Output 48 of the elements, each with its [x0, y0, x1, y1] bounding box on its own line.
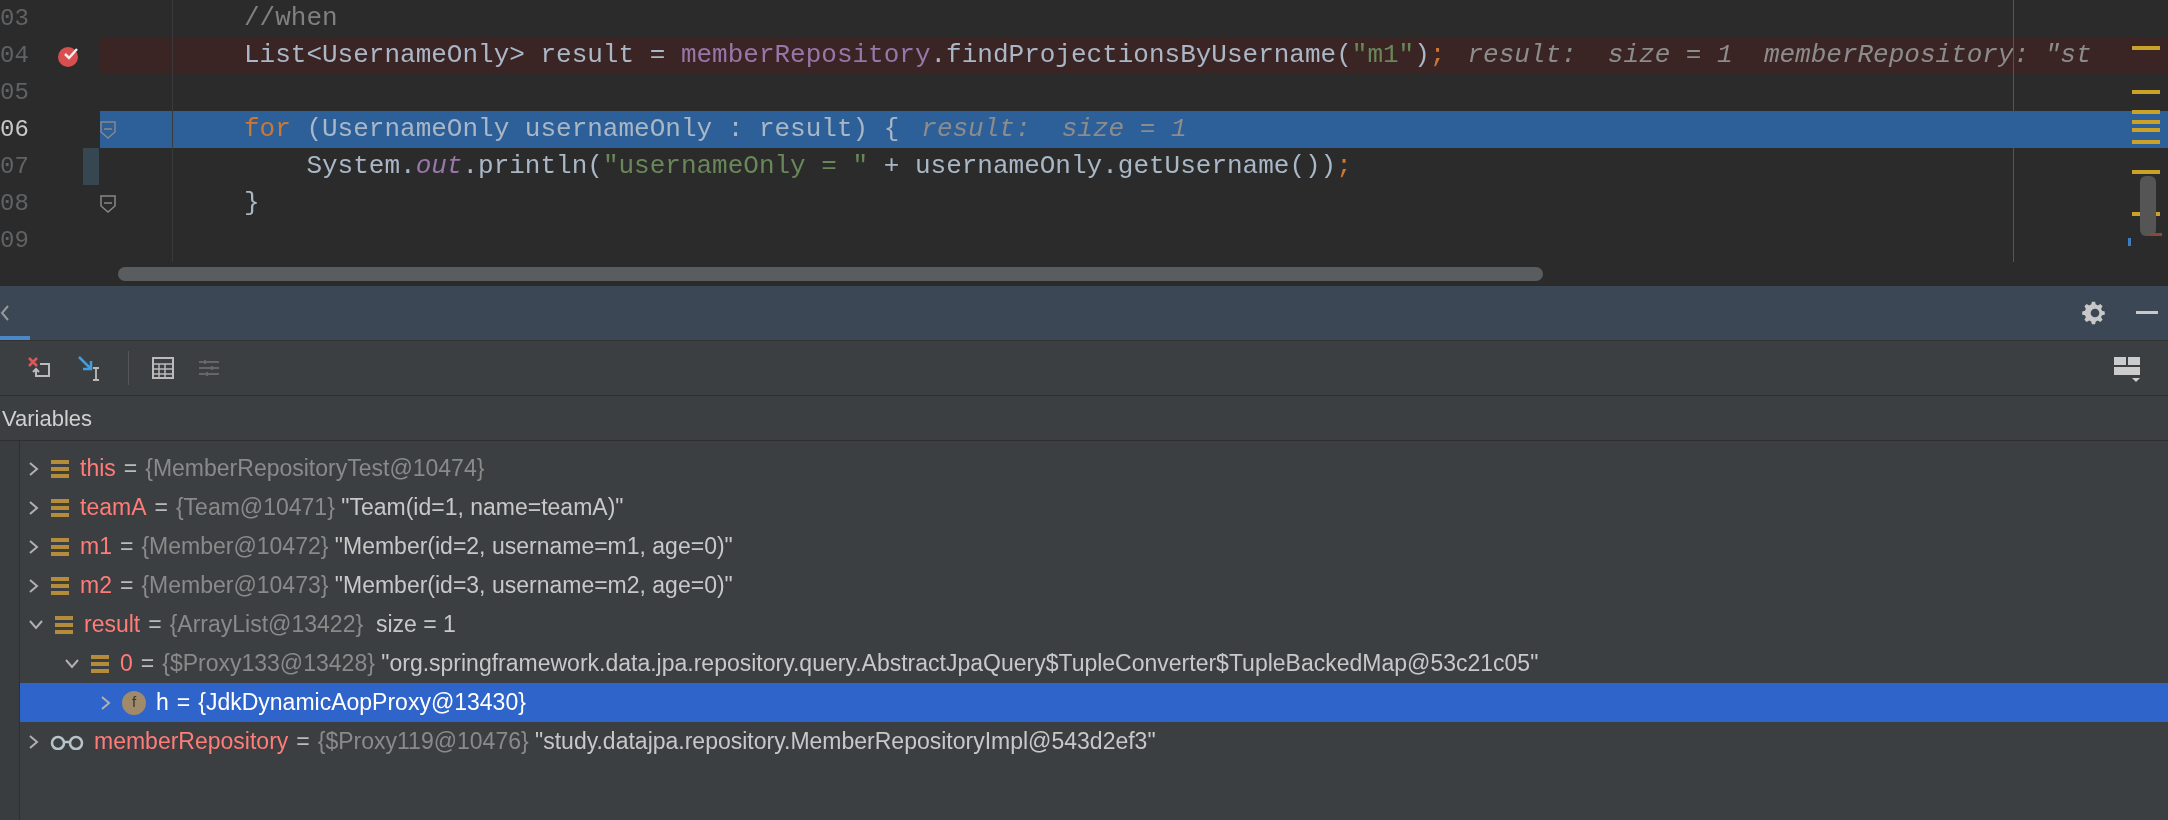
line-number: 03 — [0, 3, 30, 34]
variable-text: h = {JdkDynamicAopProxy@13430} — [156, 688, 526, 718]
variable-row[interactable]: teamA = {Team@10471} "Team(id=1, name=teamA)" — [20, 488, 2168, 527]
variable-text: memberRepository = {$Proxy119@10476} "study.datajpa.repository.MemberRepositoryImpl@543d2ef3" — [94, 727, 1156, 757]
change-marker — [83, 148, 99, 185]
fold-marker-icon[interactable] — [100, 194, 116, 213]
fold-marker-icon[interactable] — [100, 120, 116, 139]
horizontal-scrollbar[interactable] — [118, 266, 1543, 281]
inline-value-hint: result: size = 1 — [921, 113, 1187, 146]
line-number: 09 — [0, 225, 30, 256]
variable-row[interactable]: result = {ArrayList@13422} size = 1 — [20, 605, 2168, 644]
field-list-icon — [50, 458, 70, 479]
field-icon: f — [122, 690, 146, 715]
variable-row[interactable]: m1 = {Member@10472} "Member(id=2, username=m1, age=0)" — [20, 527, 2168, 566]
variable-text: 0 = {$Proxy133@13428} "org.springframework.data.jpa.repository.query.AbstractJpaQuery$TupleConverter$TupleBackedMap@53c21c05" — [120, 649, 1539, 679]
variable-text: this = {MemberRepositoryTest@10474} — [80, 454, 485, 484]
chevron-icon[interactable] — [0, 304, 10, 322]
field-list-icon — [54, 614, 74, 635]
line-number: 06 — [0, 114, 30, 145]
glasses-icon — [50, 733, 84, 750]
field-list-icon — [90, 653, 110, 674]
calculator-icon[interactable] — [151, 356, 175, 380]
code-text: System.out.println("usernameOnly = " + usernameOnly.getUsername()); — [305, 150, 1352, 183]
variable-row[interactable]: f h = {JdkDynamicAopProxy@13430} — [20, 683, 2168, 722]
variable-row[interactable]: m2 = {Member@10473} "Member(id=3, username=m2, age=0)" — [20, 566, 2168, 605]
variable-row[interactable]: 0 = {$Proxy133@13428} "org.springframework.data.jpa.repository.query.AbstractJpaQuery$TupleConverter$TupleBackedMap@53c21c05" — [20, 644, 2168, 683]
field-list-icon — [50, 536, 70, 557]
inline-value-hint: result: size = 1 memberRepository: "st — [1467, 39, 2092, 72]
line-number: 05 — [0, 77, 30, 108]
variable-text: teamA = {Team@10471} "Team(id=1, name=teamA)" — [80, 493, 624, 523]
code-text: } — [244, 187, 260, 220]
variable-row[interactable]: this = {MemberRepositoryTest@10474} — [20, 449, 2168, 488]
section-title: Variables — [2, 404, 93, 433]
list-icon — [197, 358, 221, 378]
code-text: for (UsernameOnly usernameOnly : result) { — [244, 113, 900, 146]
variable-text: m2 = {Member@10473} "Member(id=3, username=m2, age=0)" — [80, 571, 733, 601]
settings-icon[interactable] — [2082, 300, 2108, 326]
code-text: //when — [244, 2, 338, 35]
minimize-icon[interactable] — [2136, 311, 2158, 315]
line-number: 04 — [0, 40, 30, 71]
line-number: 07 — [0, 151, 30, 182]
line-number: 08 — [0, 188, 30, 219]
field-list-icon — [50, 497, 70, 518]
field-list-icon — [50, 575, 70, 596]
variable-row[interactable]: memberRepository = {$Proxy119@10476} "study.datajpa.repository.MemberRepositoryImpl@543d2ef3" — [20, 722, 2168, 761]
code-text: List<UsernameOnly> result = memberRepository.findProjectionsByUsername("m1"); — [244, 39, 1446, 72]
variable-text: result = {ArrayList@13422} size = 1 — [84, 610, 456, 640]
variable-text: m1 = {Member@10472} "Member(id=2, username=m1, age=0)" — [80, 532, 733, 562]
